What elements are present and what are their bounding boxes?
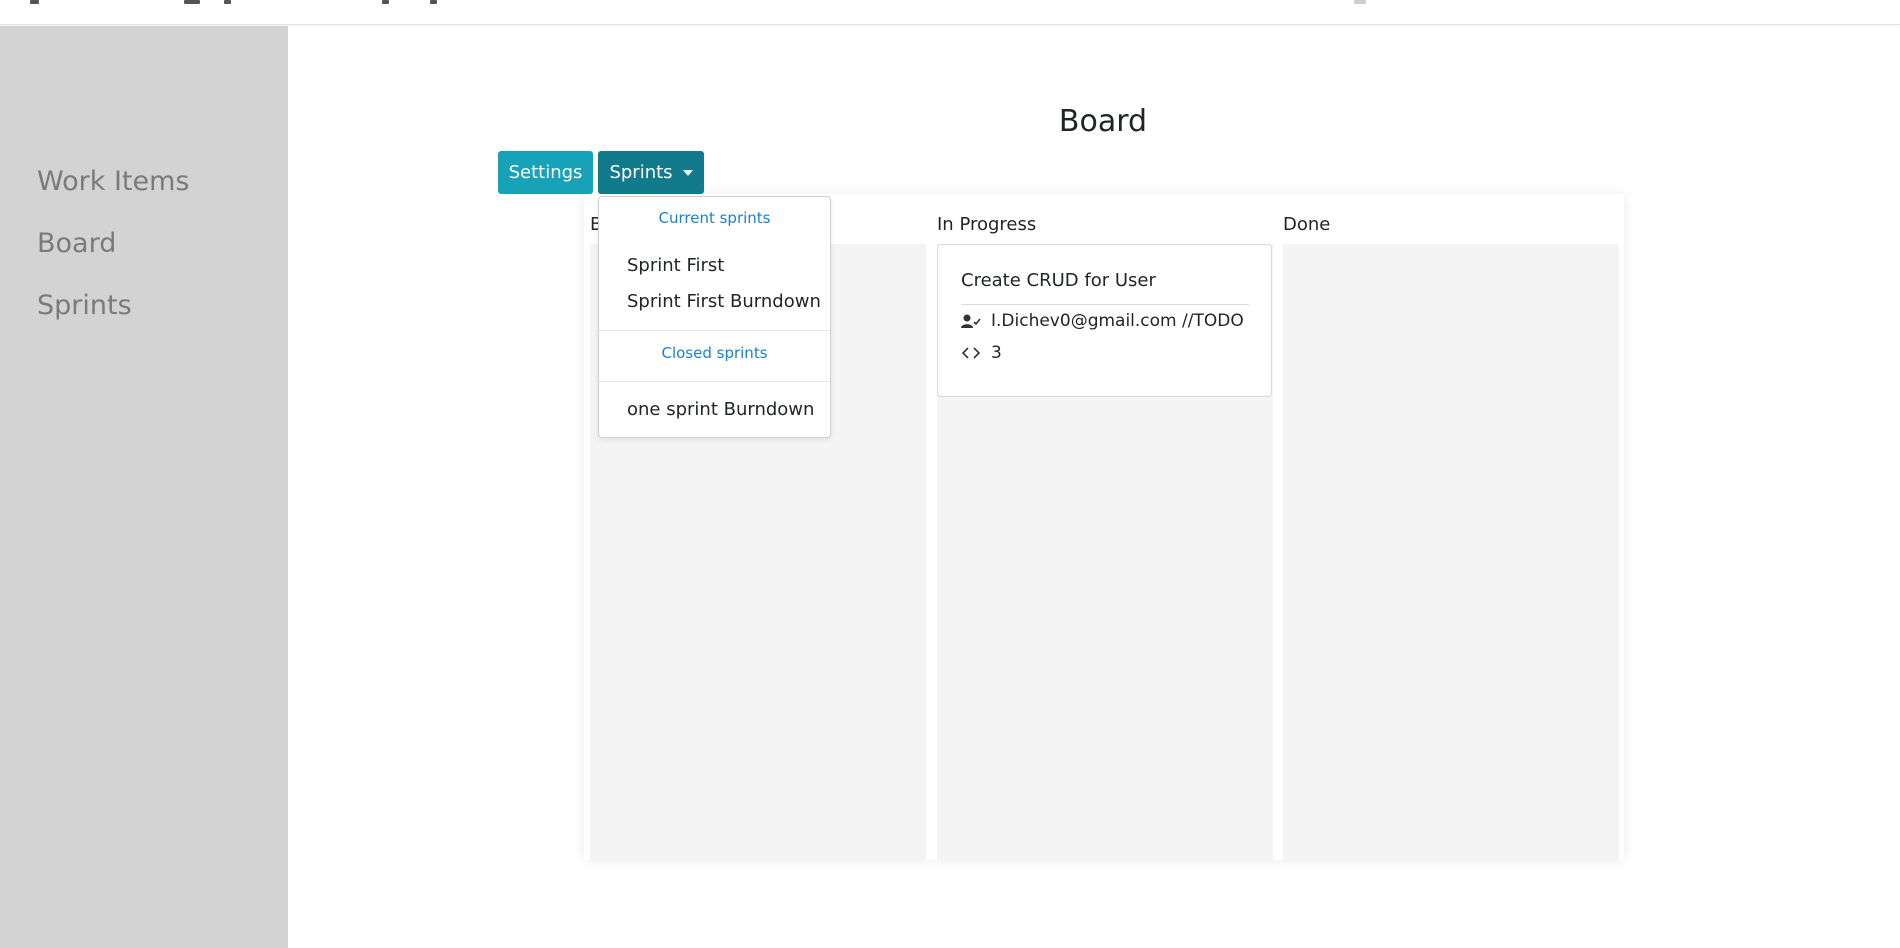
card-divider (961, 304, 1249, 305)
dropdown-divider (599, 381, 830, 382)
dropdown-item-sprint[interactable]: Sprint First Burndown (627, 291, 821, 312)
work-item-card[interactable]: Create CRUD for User I.Dichev0@gmail.com… (937, 244, 1272, 397)
sidebar: Work Items Board Sprints (0, 26, 288, 948)
page-title: Board (1058, 104, 1148, 139)
card-assignee: I.Dichev0@gmail.com //TODO (991, 311, 1244, 331)
navbar-fragment (224, 0, 231, 4)
card-estimate-row: 3 (961, 343, 1002, 363)
navbar-fragment (184, 0, 200, 4)
sidebar-item-work-items[interactable]: Work Items (37, 166, 189, 197)
card-estimate: 3 (991, 343, 1002, 363)
sprints-dropdown-menu: Current sprints Sprint First Sprint Firs… (598, 196, 831, 438)
dropdown-divider (599, 330, 830, 331)
column-title-in-progress: In Progress (937, 214, 1037, 235)
dropdown-item-sprint[interactable]: one sprint Burndown (627, 399, 814, 420)
top-navbar (0, 0, 1900, 25)
sidebar-item-sprints[interactable]: Sprints (37, 290, 132, 321)
card-assignee-row: I.Dichev0@gmail.com //TODO (961, 311, 1244, 331)
navbar-fragment (30, 0, 39, 4)
column-done[interactable] (1283, 244, 1619, 860)
navbar-fragment (382, 0, 389, 4)
code-icon (961, 343, 981, 363)
navbar-fragment (1354, 0, 1366, 4)
dropdown-item-sprint[interactable]: Sprint First (627, 255, 724, 276)
sprints-button-label: Sprints (609, 162, 673, 183)
caret-down-icon (682, 169, 693, 176)
column-title-done: Done (1283, 214, 1331, 235)
user-check-icon (961, 311, 981, 331)
navbar-fragment (430, 0, 437, 4)
dropdown-header-closed-sprints: Closed sprints (661, 344, 768, 362)
card-title: Create CRUD for User (961, 270, 1156, 291)
sprints-dropdown-button[interactable]: Sprints (598, 151, 704, 194)
dropdown-header-current-sprints: Current sprints (658, 209, 771, 227)
sidebar-item-board[interactable]: Board (37, 228, 116, 259)
settings-button[interactable]: Settings (498, 151, 593, 194)
